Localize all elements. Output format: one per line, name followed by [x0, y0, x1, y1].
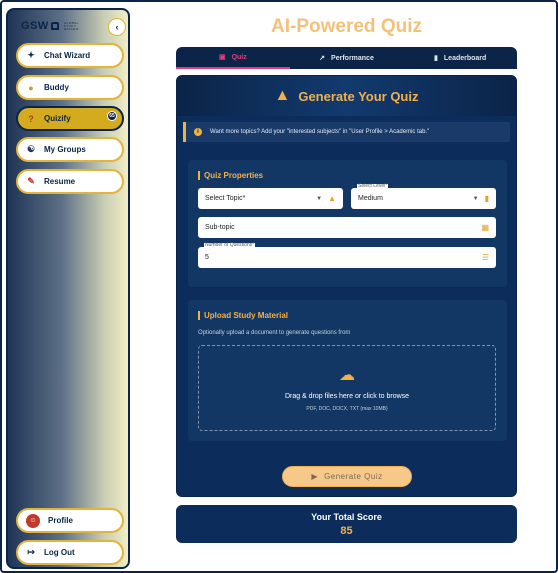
quizify-badge: 65	[107, 111, 117, 121]
subtopic-placeholder: Sub-topic	[205, 224, 235, 231]
play-icon: ▶	[311, 472, 319, 481]
sidebar-item-logout[interactable]: ↦ Log Out	[16, 540, 124, 565]
info-text: Want more topics? Add your "interested s…	[210, 129, 430, 135]
score-panel: Your Total Score 85	[176, 505, 517, 543]
resume-icon: ✎	[27, 176, 35, 186]
info-icon: i	[194, 128, 202, 136]
sidebar: GSW GLOBAL STUDY WIZARD ‹ ✦ Chat Wizard …	[6, 8, 130, 569]
dropzone-hint: PDF, DOC, DOCX, TXT (max 10MB)	[306, 405, 388, 412]
upload-section: Upload Study Material Optionally upload …	[188, 300, 507, 441]
list-icon: ☰	[481, 253, 489, 262]
sidebar-item-label: Chat Wizard	[44, 51, 91, 60]
logout-icon: ↦	[27, 547, 35, 557]
dropdown-caret-icon: ▼	[316, 195, 323, 202]
score-label: Your Total Score	[311, 511, 382, 522]
tab-label: Leaderboard	[443, 54, 487, 62]
generate-label: Generate Quiz	[324, 472, 383, 481]
collapse-sidebar-button[interactable]: ‹	[108, 18, 126, 36]
calendar-icon: ▦	[481, 223, 489, 232]
signal-bars-icon: ▮	[484, 194, 489, 203]
cloud-upload-icon: ☁	[339, 366, 355, 384]
file-dropzone[interactable]: ☁ Drag & drop files here or click to bro…	[198, 345, 496, 431]
level-select[interactable]: Select Level* Medium ▼ ▮	[351, 184, 496, 209]
sidebar-item-profile[interactable]: ☺ Profile	[16, 508, 124, 533]
generate-quiz-button[interactable]: ▶ Generate Quiz	[282, 466, 412, 487]
tab-leaderboard[interactable]: ▮ Leaderboard	[403, 47, 517, 69]
card-header: ▲ Generate Your Quiz	[177, 76, 516, 116]
sidebar-item-label: Quizify	[44, 114, 71, 123]
quiz-properties-section: Quiz Properties Select Topic* ▼ ▲ Select…	[188, 160, 507, 287]
sidebar-item-buddy[interactable]: ● Buddy	[16, 75, 124, 100]
sidebar-item-my-groups[interactable]: ☯ My Groups	[16, 137, 124, 162]
groups-icon: ☯	[26, 144, 36, 154]
avatar-icon: ☺	[26, 513, 40, 528]
card-heading: Generate Your Quiz	[298, 88, 419, 104]
sidebar-item-label: Buddy	[44, 83, 69, 92]
num-questions-value: 5	[205, 254, 209, 261]
tab-bar: ▣ Quiz ↗ Performance ▮ Leaderboard	[176, 47, 517, 69]
graduation-cap-icon: ▲	[274, 87, 291, 104]
tab-performance[interactable]: ↗ Performance	[290, 47, 404, 69]
chevron-left-icon: ‹	[115, 22, 119, 32]
sidebar-item-quizify[interactable]: ? Quizify 65	[16, 106, 124, 131]
logo-text: GSW	[21, 20, 49, 32]
dropdown-caret-icon: ▼	[472, 195, 479, 202]
logo-mark-icon	[50, 22, 59, 30]
app-frame: GSW GLOBAL STUDY WIZARD ‹ ✦ Chat Wizard …	[0, 0, 558, 573]
bar-chart-icon: ▮	[434, 55, 438, 62]
topic-select[interactable]: Select Topic* ▼ ▲	[198, 188, 343, 209]
tab-label: Performance	[331, 54, 374, 62]
sidebar-item-label: Resume	[44, 177, 76, 186]
level-value: Medium	[358, 195, 383, 202]
wand-icon: ✦	[27, 50, 35, 60]
quiz-card: ▲ Generate Your Quiz i Want more topics?…	[176, 75, 517, 497]
dropzone-text: Drag & drop files here or click to brows…	[284, 392, 410, 400]
buddy-icon: ●	[28, 82, 34, 93]
trend-icon: ↗	[319, 55, 326, 62]
topic-placeholder: Select Topic*	[205, 195, 246, 202]
logo: GSW GLOBAL STUDY WIZARD	[21, 20, 78, 32]
sidebar-header: GSW GLOBAL STUDY WIZARD ‹	[8, 10, 128, 40]
score-value: 85	[340, 524, 353, 537]
num-questions-label: Number of Questions*	[204, 242, 256, 248]
sidebar-item-label: Log Out	[44, 548, 75, 557]
logo-subtext: GLOBAL STUDY WIZARD	[63, 20, 79, 31]
section-title: Quiz Properties	[198, 171, 263, 180]
num-questions-input[interactable]: Number of Questions* 5 ☰	[198, 243, 496, 268]
tab-label: Quiz	[231, 53, 247, 61]
sidebar-item-resume[interactable]: ✎ Resume	[16, 169, 124, 194]
topics-icon: ▲	[328, 194, 336, 203]
info-banner: i Want more topics? Add your "interested…	[183, 122, 510, 142]
level-label: Select Level*	[357, 183, 389, 189]
quiz-icon: ▣	[218, 54, 226, 61]
sidebar-item-chat-wizard[interactable]: ✦ Chat Wizard	[16, 43, 124, 68]
page-title: AI-Powered Quiz	[271, 16, 422, 37]
question-icon: ?	[28, 113, 34, 124]
sidebar-item-label: Profile	[48, 516, 73, 525]
section-title: Upload Study Material	[198, 311, 288, 320]
subtopic-input[interactable]: Sub-topic ▦	[198, 217, 496, 238]
tab-quiz[interactable]: ▣ Quiz	[176, 47, 290, 69]
upload-description: Optionally upload a document to generate…	[198, 330, 351, 336]
sidebar-item-label: My Groups	[44, 145, 86, 154]
